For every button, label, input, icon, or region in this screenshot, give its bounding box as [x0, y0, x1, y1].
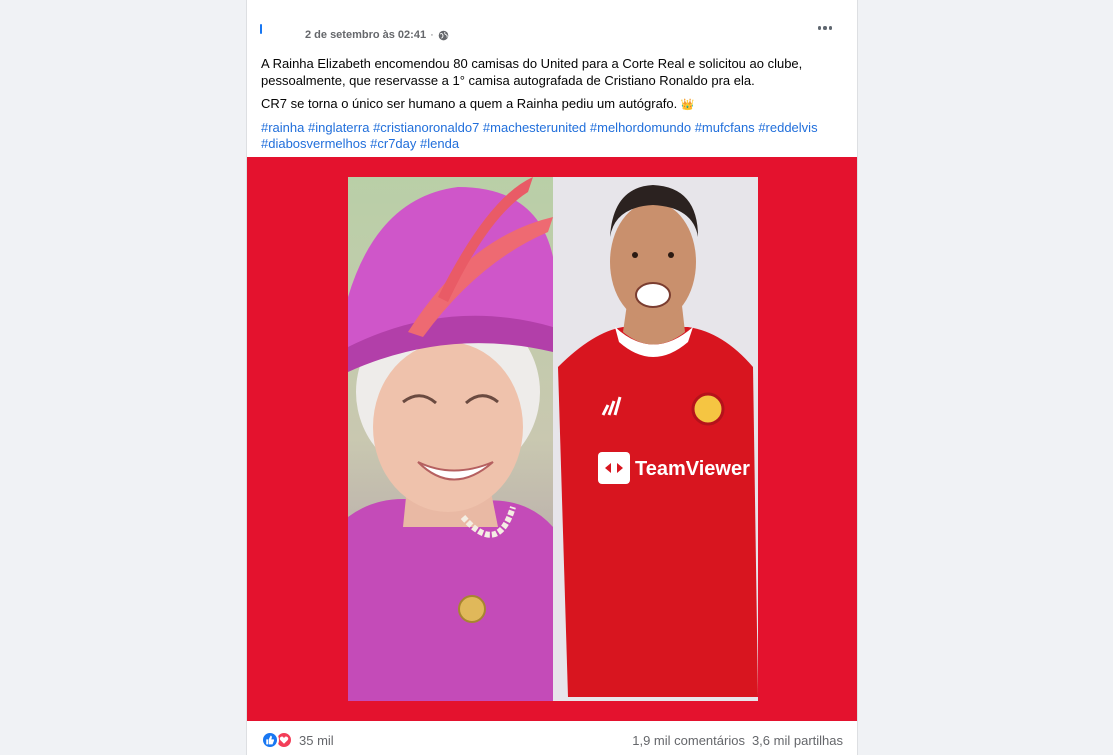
- hashtag-link[interactable]: #lenda: [420, 136, 459, 151]
- post-image[interactable]: TeamViewer: [247, 157, 857, 721]
- reaction-count[interactable]: 35 mil: [299, 733, 334, 748]
- hashtag-link[interactable]: #cristianoronaldo7: [373, 120, 479, 135]
- post-paragraph-1: A Rainha Elizabeth encomendou 80 camisas…: [261, 56, 803, 88]
- like-icon: [261, 731, 279, 749]
- shares-count[interactable]: 3,6 mil partilhas: [752, 733, 843, 748]
- avatar[interactable]: [260, 24, 262, 34]
- facebook-post: 2 de setembro às 02:41 · A Rainha Elizab…: [246, 0, 858, 755]
- crown-emoji-icon: 👑: [680, 99, 695, 111]
- hashtag-link[interactable]: #melhordomundo: [590, 120, 691, 135]
- globe-icon[interactable]: [438, 30, 449, 41]
- hashtag-link[interactable]: #cr7day: [370, 136, 416, 151]
- queen-illustration: [348, 177, 553, 701]
- ronaldo-illustration: TeamViewer: [553, 177, 758, 701]
- hashtag-list: #rainha #inglaterra #cristianoronaldo7 #…: [261, 120, 845, 152]
- jersey-sponsor-text: TeamViewer: [635, 458, 750, 480]
- sponsor-logo-icon: [598, 452, 630, 484]
- hashtag-link[interactable]: #inglaterra: [308, 120, 369, 135]
- post-timestamp[interactable]: 2 de setembro às 02:41: [305, 29, 426, 41]
- hashtag-link[interactable]: #reddelvis: [758, 120, 817, 135]
- hashtag-link[interactable]: #diabosvermelhos: [261, 136, 367, 151]
- meta-separator: ·: [430, 29, 434, 41]
- hashtag-link[interactable]: #mufcfans: [695, 120, 755, 135]
- post-paragraph-2: CR7 se torna o único ser humano a quem a…: [261, 95, 845, 114]
- comments-count[interactable]: 1,9 mil comentários: [632, 733, 745, 748]
- post-footer: 35 mil 1,9 mil comentários 3,6 mil parti…: [247, 721, 857, 755]
- cristiano-ronaldo-photo: TeamViewer: [553, 177, 758, 701]
- hashtag-link[interactable]: #rainha: [261, 120, 304, 135]
- queen-elizabeth-photo: [348, 177, 553, 701]
- post-text: A Rainha Elizabeth encomendou 80 camisas…: [261, 55, 845, 152]
- more-dot: [828, 26, 833, 30]
- post-paragraph-2-text: CR7 se torna o único ser humano a quem a…: [261, 96, 678, 111]
- more-horizontal-icon: [817, 26, 822, 30]
- more-dot: [823, 26, 827, 30]
- hashtag-link[interactable]: #machesterunited: [483, 120, 586, 135]
- engagement-stats: 1,9 mil comentários 3,6 mil partilhas: [632, 733, 843, 748]
- post-meta: 2 de setembro às 02:41 ·: [305, 29, 449, 41]
- post-header: 2 de setembro às 02:41 ·: [247, 0, 857, 50]
- reactions-summary[interactable]: 35 mil: [261, 731, 334, 749]
- more-options-button[interactable]: [813, 16, 837, 40]
